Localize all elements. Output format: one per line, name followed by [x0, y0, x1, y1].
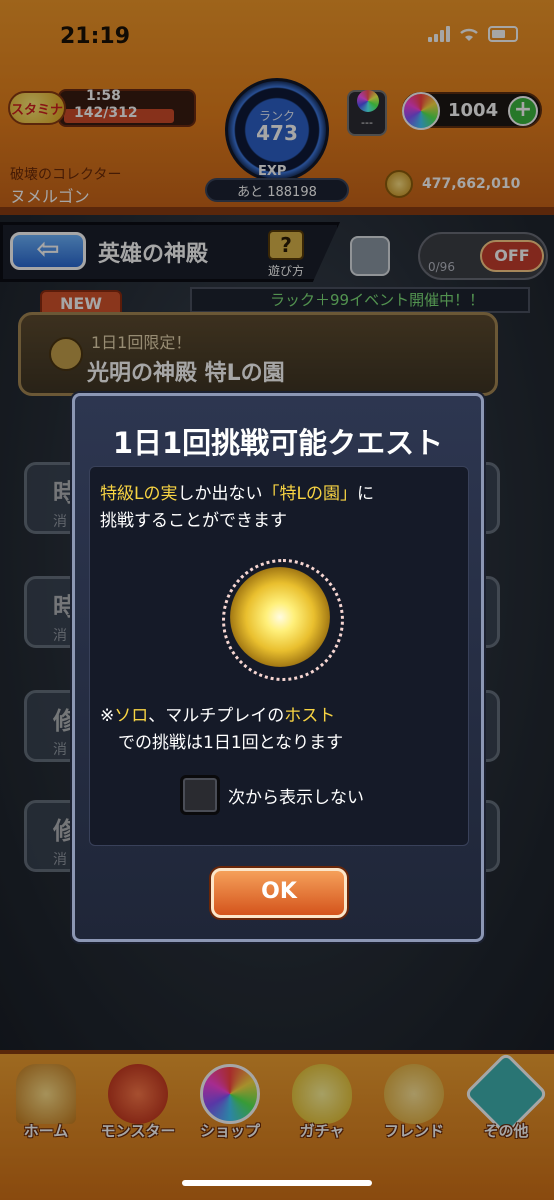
note-highlight-host: ホスト — [284, 706, 336, 726]
dont-show-again-label[interactable]: 次から表示しない — [228, 783, 364, 808]
home-indicator[interactable] — [182, 1180, 372, 1186]
desc-text-1: しか出ない — [177, 484, 263, 504]
desc-highlight-garden: 「特Lの園」 — [262, 484, 357, 504]
note-line-2: での挑戦は1日1回となります — [118, 733, 344, 753]
modal-note: ※ソロ、マルチプレイのホスト での挑戦は1日1回となります — [100, 703, 460, 757]
special-fruit-icon — [222, 559, 344, 681]
ok-button[interactable]: OK — [211, 868, 347, 918]
desc-text-2: に — [356, 484, 374, 504]
desc-highlight-fruit: 特級Lの実 — [100, 484, 178, 504]
dont-show-again-row[interactable]: 次から表示しない — [180, 775, 364, 815]
desc-line-2: 挑戦することができます — [100, 511, 287, 531]
modal-description: 特級Lの実しか出ない「特Lの園」に 挑戦することができます — [100, 481, 460, 535]
dont-show-again-checkbox[interactable] — [180, 775, 220, 815]
daily-quest-modal: 1日1回挑戦可能クエスト 特級Lの実しか出ない「特Lの園」に 挑戦することができ… — [72, 393, 484, 942]
modal-content: 特級Lの実しか出ない「特Lの園」に 挑戦することができます ※ソロ、マルチプレイ… — [89, 466, 469, 846]
note-highlight-solo: ソロ — [114, 706, 149, 726]
modal-title: 1日1回挑戦可能クエスト — [112, 426, 444, 460]
note-text-1: 、マルチプレイの — [148, 706, 285, 726]
note-prefix: ※ — [100, 706, 115, 726]
